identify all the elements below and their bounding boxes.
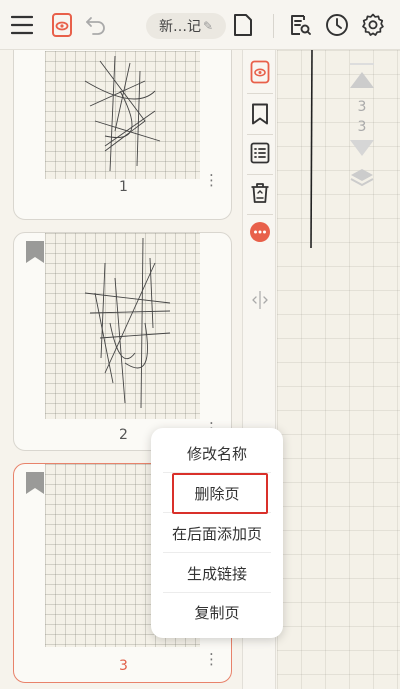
- toolbar-separator: [247, 214, 273, 215]
- menu-item-rename[interactable]: 修改名称: [159, 436, 275, 470]
- hamburger-icon[interactable]: [8, 11, 36, 39]
- current-page-number: 3: [357, 99, 367, 115]
- notebook-title-text: 新…记: [158, 19, 201, 35]
- recycle-bin-icon[interactable]: [248, 181, 272, 205]
- bookmark-flag-icon: [26, 241, 44, 267]
- more-vertical-icon[interactable]: ⋮: [204, 652, 219, 667]
- outline-list-icon[interactable]: [248, 141, 272, 165]
- toolbar-separator: [247, 93, 273, 94]
- previous-page-icon[interactable]: [349, 71, 375, 93]
- page-thumbnail-1[interactable]: 1 ⋮: [13, 50, 232, 220]
- menu-separator: [163, 592, 271, 593]
- notebook-title[interactable]: 新…记 ✎: [146, 13, 226, 39]
- menu-item-generate-link[interactable]: 生成链接: [159, 556, 275, 590]
- layers-icon[interactable]: [349, 167, 375, 193]
- page-preview-1: [45, 51, 200, 179]
- menu-item-add-page-after[interactable]: 在后面添加页: [159, 516, 275, 550]
- total-page-number: 3: [357, 119, 367, 135]
- handwriting-sketch: [84, 55, 161, 172]
- bookmark-flag-icon: [26, 472, 44, 498]
- notebook-eye-icon[interactable]: [48, 11, 76, 39]
- gear-icon[interactable]: [359, 11, 387, 39]
- page-navigator: 3 3: [340, 63, 384, 223]
- page-context-menu: 修改名称 删除页 在后面添加页 生成链接 复制页: [151, 428, 283, 638]
- panel-handle: [350, 63, 374, 65]
- clock-icon[interactable]: [323, 11, 351, 39]
- page-number-label: 3: [119, 658, 128, 674]
- menu-separator: [163, 512, 271, 513]
- menu-separator: [163, 552, 271, 553]
- eye-notebook-icon[interactable]: [248, 60, 272, 84]
- pencil-icon: ✎: [202, 19, 214, 33]
- next-page-icon[interactable]: [349, 139, 375, 161]
- more-vertical-icon[interactable]: ⋮: [204, 173, 219, 188]
- handwriting-sketch: [84, 237, 171, 409]
- page-icon[interactable]: [229, 11, 257, 39]
- split-handle-icon[interactable]: [248, 288, 272, 312]
- bookmark-icon[interactable]: [248, 102, 272, 126]
- toolbar-divider: [273, 14, 274, 38]
- document-search-icon[interactable]: [286, 11, 314, 39]
- page-number-label: 1: [119, 179, 128, 195]
- menu-item-copy-page[interactable]: 复制页: [159, 595, 275, 629]
- page-thumbnail-2[interactable]: 2 ⋮: [13, 232, 232, 451]
- menu-separator: [163, 472, 271, 473]
- top-toolbar: 新…记 ✎: [0, 0, 400, 50]
- undo-icon[interactable]: [82, 11, 110, 39]
- toolbar-separator: [247, 134, 273, 135]
- toolbar-separator: [247, 174, 273, 175]
- page-preview-2: [45, 233, 200, 419]
- more-icon[interactable]: [248, 220, 272, 244]
- menu-item-delete-page[interactable]: 删除页: [159, 476, 275, 510]
